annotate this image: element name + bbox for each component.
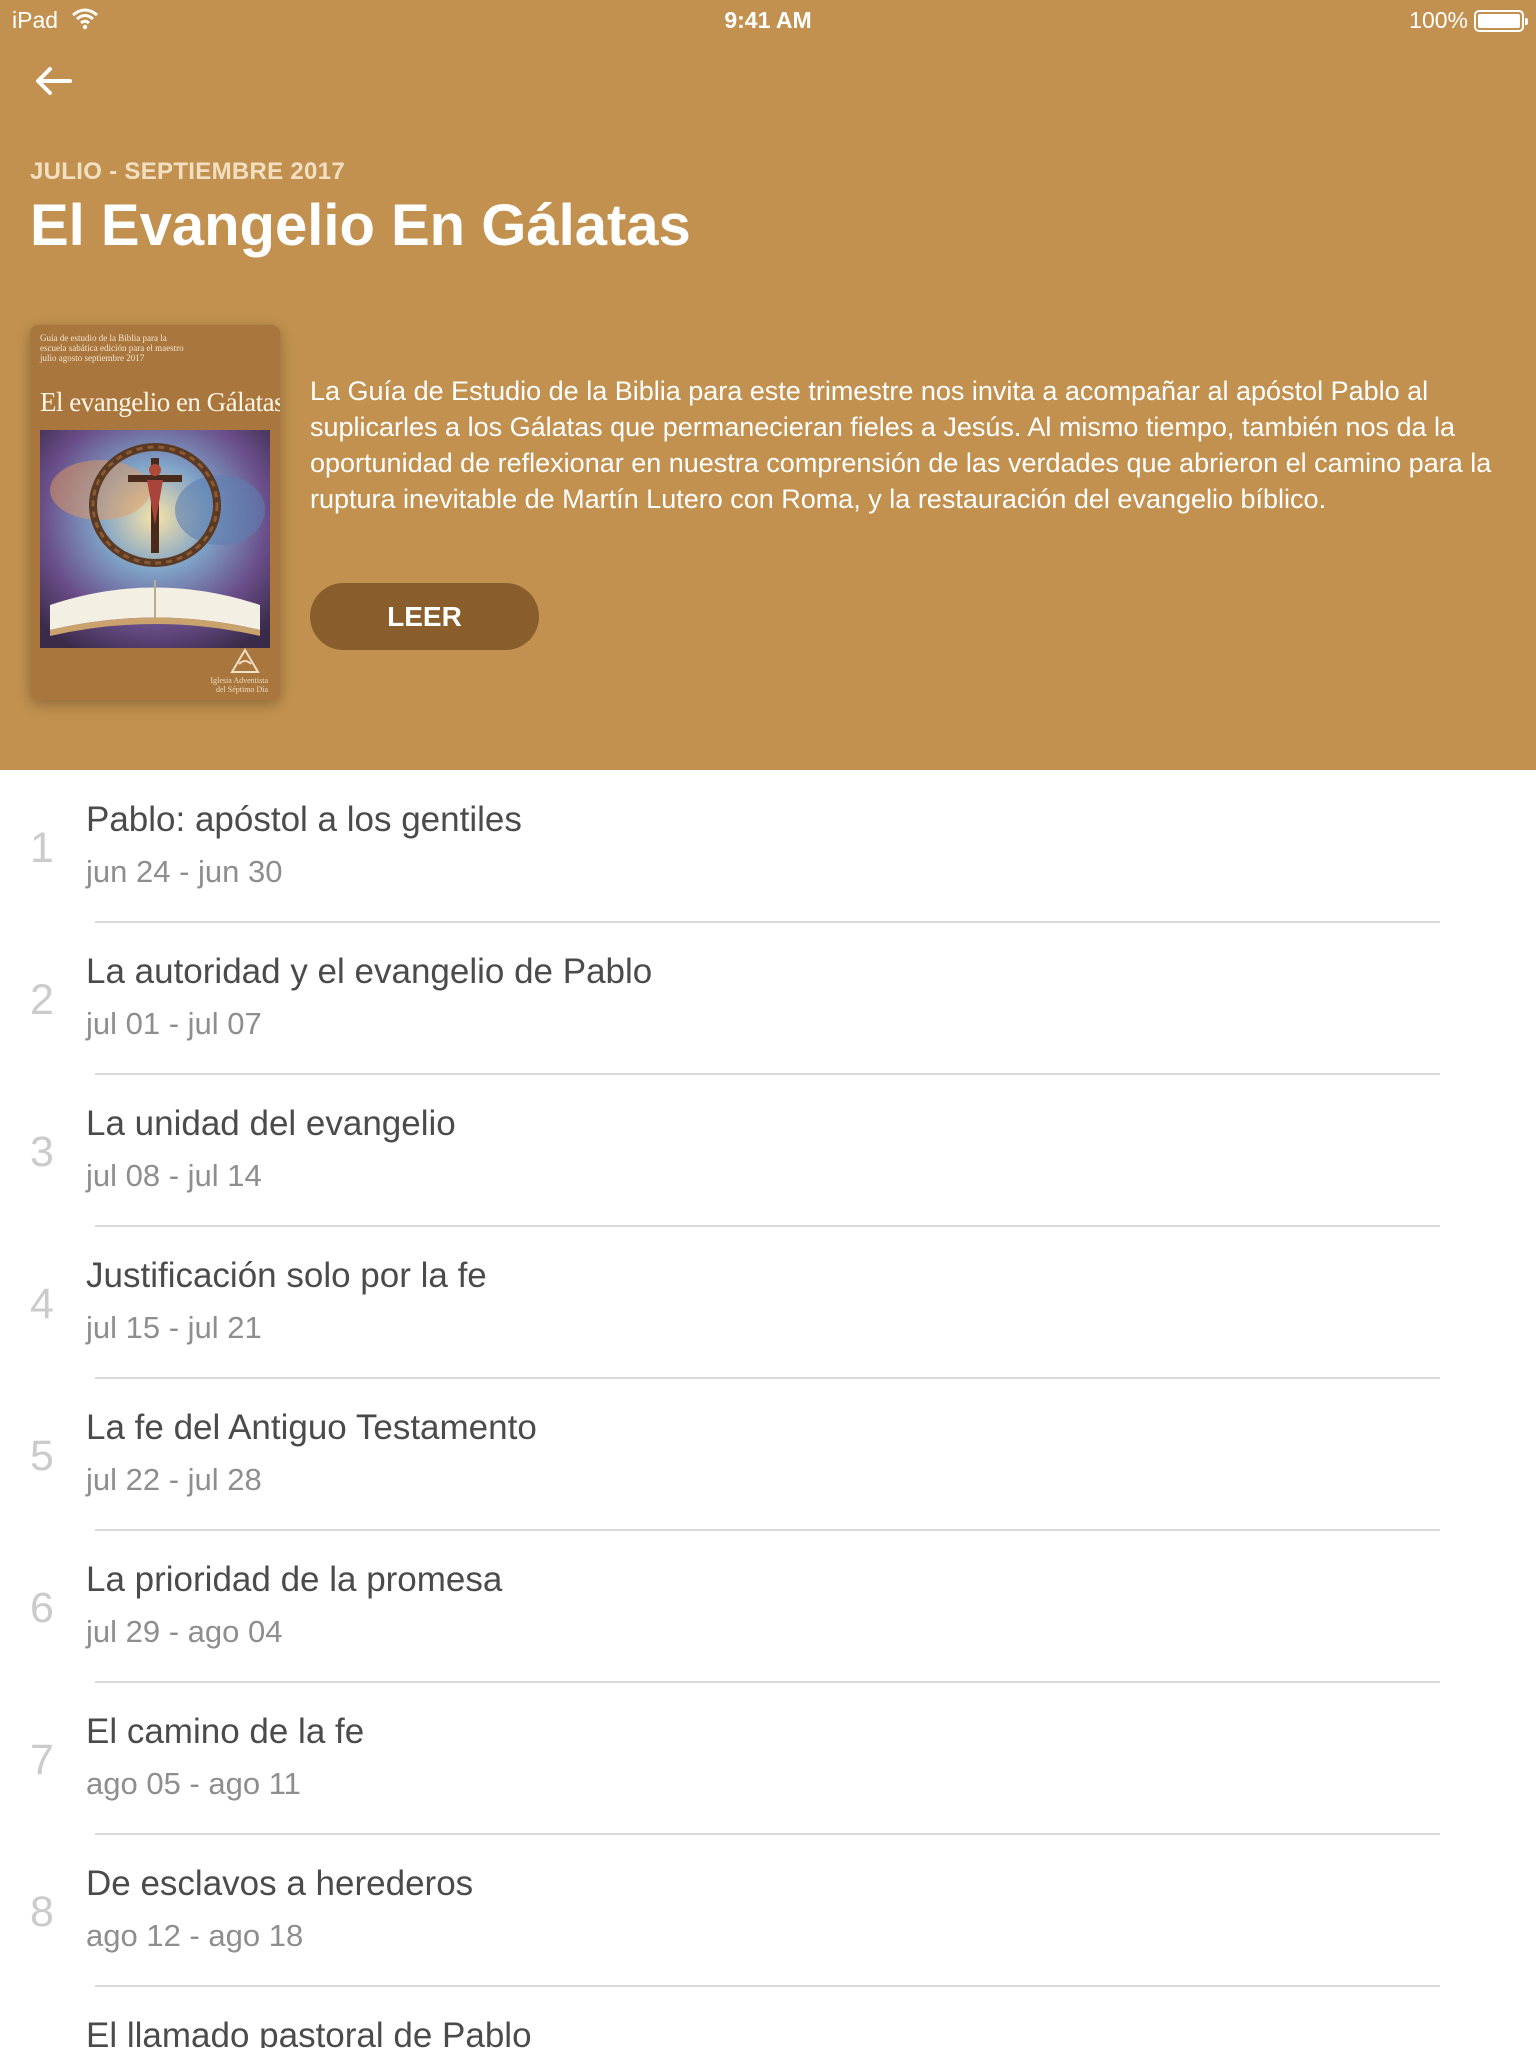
cover-artwork [40, 430, 270, 648]
lesson-dates: jul 22 - jul 28 [86, 1462, 262, 1497]
lesson-title: La unidad del evangelio [86, 1104, 456, 1143]
lesson-item[interactable]: 1 Pablo: apóstol a los gentiles jun 24 - j… [0, 770, 1536, 923]
lesson-title: El llamado pastoral de Pablo [86, 2016, 532, 2048]
lesson-dates: jul 29 - ago 04 [86, 1614, 283, 1649]
lesson-number: 1 [30, 824, 54, 872]
quarterly-description: La Guía de Estudio de la Biblia para est… [310, 376, 1492, 514]
quarter-dates: JULIO - SEPTIEMBRE 2017 [30, 158, 345, 185]
church-logo-icon [230, 648, 260, 673]
back-button[interactable] [30, 60, 80, 110]
cover-title: El evangelio en Gálatas [40, 387, 280, 417]
lesson-title: De esclavos a herederos [86, 1864, 474, 1903]
lesson-title: La prioridad de la promesa [86, 1560, 503, 1599]
lesson-number: 5 [30, 1432, 54, 1480]
lesson-item[interactable]: 8 De esclavos a herederos ago 12 - ago 18 [0, 1834, 1536, 1987]
cover-top-text: Guía de estudio de la Biblia para la esc… [40, 333, 184, 363]
lesson-number: 9 [30, 2040, 54, 2048]
lesson-item[interactable]: 9 El llamado pastoral de Pablo [0, 1986, 1536, 2048]
quarterly-title: El Evangelio En Gálatas [30, 193, 691, 258]
lesson-dates: jun 24 - jun 30 [86, 854, 283, 889]
read-button[interactable]: LEER [310, 583, 539, 650]
lesson-number: 2 [30, 976, 54, 1024]
lesson-number: 8 [30, 1888, 54, 1936]
lesson-item[interactable]: 5 La fe del Antiguo Testamento jul 22 - ju… [0, 1378, 1536, 1531]
lesson-title: La autoridad y el evangelio de Pablo [86, 952, 653, 991]
clock: 9:41 AM [724, 7, 812, 33]
lesson-dates: jul 15 - jul 21 [86, 1310, 262, 1345]
lesson-title: La fe del Antiguo Testamento [86, 1408, 537, 1447]
lesson-item[interactable]: 7 El camino de la fe ago 05 - ago 11 [0, 1682, 1536, 1835]
arrow-left-icon [36, 67, 72, 95]
lesson-number: 3 [30, 1128, 54, 1176]
status-bar: iPad 9:41 AM 100% [0, 0, 1536, 40]
lesson-number: 7 [30, 1736, 54, 1784]
lesson-dates: ago 12 - ago 18 [86, 1918, 304, 1953]
lesson-dates: jul 08 - jul 14 [86, 1158, 262, 1193]
cover-image: Guía de estudio de la Biblia para la esc… [30, 325, 280, 700]
lesson-number: 6 [30, 1584, 54, 1632]
lesson-title: Pablo: apóstol a los gentiles [86, 800, 522, 839]
battery-percentage: 100% [1409, 7, 1468, 33]
lesson-item[interactable]: 2 La autoridad y el evangelio de Pablo jul… [0, 922, 1536, 1075]
lesson-item[interactable]: 3 La unidad del evangelio jul 08 - jul 14 [0, 1074, 1536, 1227]
quarterly-header: iPad 9:41 AM 100% JULIO - SEPTIEMBRE 201… [0, 0, 1536, 770]
lesson-dates: jul 01 - jul 07 [86, 1006, 262, 1041]
lesson-item[interactable]: 4 Justificación solo por la fe jul 15 - ju… [0, 1226, 1536, 1379]
lesson-list: 1 Pablo: apóstol a los gentiles jun 24 - j… [0, 770, 1536, 2048]
battery-icon [1474, 10, 1528, 32]
lesson-title: El camino de la fe [86, 1712, 365, 1751]
lesson-number: 4 [30, 1280, 54, 1328]
cover-publisher: Iglesia Adventista del Séptimo Día [210, 676, 268, 694]
lesson-dates: ago 05 - ago 11 [86, 1766, 301, 1801]
lesson-title: Justificación solo por la fe [86, 1256, 487, 1295]
battery-level [1478, 14, 1520, 28]
lesson-item[interactable]: 6 La prioridad de la promesa jul 29 - ago … [0, 1530, 1536, 1683]
